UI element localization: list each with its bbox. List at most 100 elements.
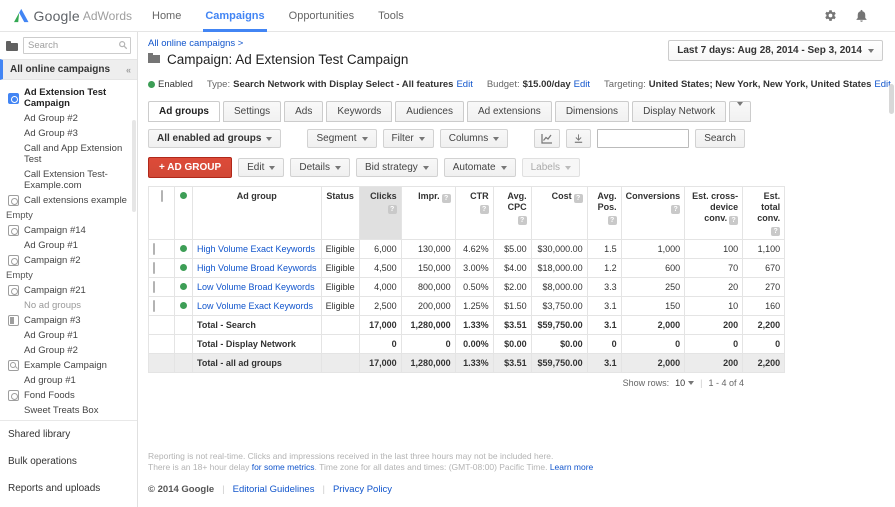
sidebar-section-bulk-operations[interactable]: Bulk operations: [0, 448, 137, 475]
tab-settings[interactable]: Settings: [223, 101, 281, 122]
sidebar-section-reports-and-uploads[interactable]: Reports and uploads: [0, 475, 137, 502]
sidebar-header-all-online-campaigns[interactable]: All online campaigns «: [0, 59, 137, 80]
sidebar-item-fond-foods[interactable]: Fond Foods: [0, 388, 137, 403]
row-checkbox[interactable]: [153, 262, 155, 274]
help-icon[interactable]: ?: [671, 205, 680, 214]
help-icon[interactable]: ?: [518, 216, 527, 225]
cell-ctr: 3.00%: [455, 259, 493, 278]
tab-more-dropdown[interactable]: [729, 101, 751, 122]
column-header-est-cross-device-conv[interactable]: Est. cross-device conv.?: [685, 187, 743, 240]
sidebar-item-ad-group-3[interactable]: Ad Group #3: [0, 126, 137, 141]
collapse-sidebar-icon[interactable]: «: [126, 65, 131, 75]
sidebar-item-call-extension-test-example-com[interactable]: Call Extension Test-Example.com: [0, 167, 137, 193]
sidebar-item-sweet-treats-box[interactable]: Sweet Treats Box: [0, 403, 137, 418]
column-header-avg-pos[interactable]: Avg. Pos.?: [587, 187, 621, 240]
sidebar-item-campaign-21[interactable]: Campaign #21: [0, 283, 137, 298]
column-header-clicks[interactable]: Clicks?: [359, 187, 401, 240]
download-button[interactable]: [566, 129, 591, 148]
column-header-avg-cpc[interactable]: Avg. CPC?: [493, 187, 531, 240]
sidebar-item-example-campaign[interactable]: Example Campaign: [0, 358, 137, 373]
enabled-status-icon[interactable]: [180, 264, 187, 271]
sidebar-section-labels[interactable]: Labels: [0, 502, 137, 507]
columns-dropdown[interactable]: Columns: [440, 129, 508, 148]
editorial-guidelines-link[interactable]: Editorial Guidelines: [233, 484, 315, 495]
notification-bell-icon[interactable]: [854, 8, 869, 23]
sidebar-item-no-ad-groups[interactable]: No ad groups: [0, 298, 137, 313]
filter-dropdown[interactable]: Filter: [383, 129, 434, 148]
column-header-est-total-conv[interactable]: Est. total conv.?: [743, 187, 785, 240]
sidebar-item-empty[interactable]: Empty: [0, 268, 137, 283]
ad-group-link[interactable]: High Volume Broad Keywords: [197, 263, 317, 273]
table-search-button[interactable]: Search: [695, 129, 745, 148]
tab-dimensions[interactable]: Dimensions: [555, 101, 629, 122]
sidebar-section-shared-library[interactable]: Shared library: [0, 421, 137, 448]
sidebar-item-ad-group-1[interactable]: Ad Group #1: [0, 328, 137, 343]
tab-audiences[interactable]: Audiences: [395, 101, 464, 122]
select-all-checkbox[interactable]: [161, 190, 163, 202]
tab-ad-groups[interactable]: Ad groups: [148, 101, 220, 122]
sidebar-item-campaign-14[interactable]: Campaign #14: [0, 223, 137, 238]
sidebar-scrollbar[interactable]: [132, 120, 136, 212]
tab-keywords[interactable]: Keywords: [326, 101, 392, 122]
column-header-ad-group[interactable]: Ad group: [193, 187, 322, 240]
column-header-impr[interactable]: Impr.?: [401, 187, 455, 240]
edit-budget-link[interactable]: Edit: [574, 79, 590, 90]
sidebar-item-ad-group-2[interactable]: Ad Group #2: [0, 111, 137, 126]
row-checkbox[interactable]: [153, 281, 155, 293]
nav-item-campaigns[interactable]: Campaigns: [193, 0, 276, 32]
ad-group-link[interactable]: Low Volume Exact Keywords: [197, 301, 313, 311]
column-header-ctr[interactable]: CTR?: [455, 187, 493, 240]
sidebar-item-call-extensions-example[interactable]: Call extensions example: [0, 193, 137, 208]
enabled-status-icon[interactable]: [180, 302, 187, 309]
chart-button[interactable]: [534, 129, 560, 148]
help-icon[interactable]: ?: [574, 194, 583, 203]
date-range-selector[interactable]: Last 7 days: Aug 28, 2014 - Sep 3, 2014: [668, 40, 883, 61]
show-rows-select[interactable]: 10: [675, 378, 694, 388]
sidebar-item-campaign-3[interactable]: Campaign #3: [0, 313, 137, 328]
sidebar-item-ad-extension-test-campaign[interactable]: Ad Extension Test Campaign: [0, 85, 137, 111]
ad-group-link[interactable]: High Volume Exact Keywords: [197, 244, 315, 254]
bid-strategy-button[interactable]: Bid strategy: [356, 158, 438, 177]
column-header-status[interactable]: Status: [321, 187, 359, 240]
privacy-policy-link[interactable]: Privacy Policy: [333, 484, 392, 495]
sidebar-item-empty[interactable]: Empty: [0, 208, 137, 223]
segment-dropdown[interactable]: Segment: [307, 129, 376, 148]
automate-button[interactable]: Automate: [444, 158, 516, 177]
table-search-input[interactable]: [597, 129, 689, 148]
nav-item-home[interactable]: Home: [140, 0, 193, 32]
learn-more-link[interactable]: Learn more: [550, 462, 593, 472]
some-metrics-link[interactable]: for some metrics: [252, 462, 315, 472]
sidebar-item-ad-group-1[interactable]: Ad Group #1: [0, 238, 137, 253]
edit-type-link[interactable]: Edit: [456, 79, 472, 90]
nav-item-tools[interactable]: Tools: [366, 0, 416, 32]
sidebar-item-ad-group-1[interactable]: Ad group #1: [0, 373, 137, 388]
column-header-conversions[interactable]: Conversions?: [621, 187, 685, 240]
enabled-status-icon[interactable]: [180, 283, 187, 290]
row-checkbox[interactable]: [153, 300, 155, 312]
help-icon[interactable]: ?: [442, 194, 451, 203]
sidebar-item-call-and-app-extension-test[interactable]: Call and App Extension Test: [0, 141, 137, 167]
ad-group-link[interactable]: Low Volume Broad Keywords: [197, 282, 315, 292]
nav-item-opportunities[interactable]: Opportunities: [277, 0, 366, 32]
add-ad-group-button[interactable]: + AD GROUP: [148, 157, 232, 178]
sidebar-item-ad-group-2[interactable]: Ad Group #2: [0, 343, 137, 358]
column-header-cost[interactable]: Cost?: [531, 187, 587, 240]
tab-display-network[interactable]: Display Network: [632, 101, 726, 122]
help-icon[interactable]: ?: [729, 216, 738, 225]
scope-dropdown[interactable]: All enabled ad groups: [148, 129, 281, 148]
details-button[interactable]: Details: [290, 158, 350, 177]
help-icon[interactable]: ?: [771, 227, 780, 236]
edit-button[interactable]: Edit: [238, 158, 284, 177]
enabled-status-icon[interactable]: [180, 245, 187, 252]
row-checkbox[interactable]: [153, 243, 155, 255]
help-icon[interactable]: ?: [388, 205, 397, 214]
help-icon[interactable]: ?: [480, 205, 489, 214]
tab-ad-extensions[interactable]: Ad extensions: [467, 101, 552, 122]
status-dot-icon[interactable]: [180, 192, 187, 199]
tab-ads[interactable]: Ads: [284, 101, 323, 122]
sidebar-item-campaign-2[interactable]: Campaign #2: [0, 253, 137, 268]
page-scrollbar[interactable]: [889, 84, 894, 114]
help-icon[interactable]: ?: [608, 216, 617, 225]
sidebar-search-input[interactable]: [23, 37, 131, 54]
gear-icon[interactable]: [823, 8, 838, 23]
